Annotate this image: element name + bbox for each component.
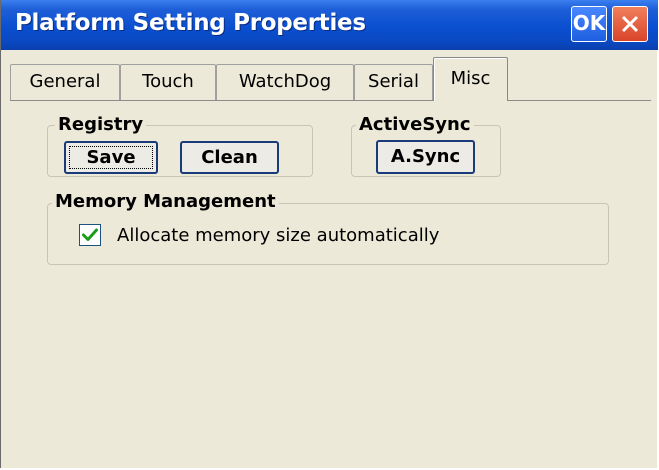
- memory-management-group-label: Memory Management: [52, 192, 279, 212]
- properties-window: Platform Setting Properties OK General T…: [0, 0, 659, 468]
- tab-touch[interactable]: Touch: [120, 64, 216, 100]
- registry-group-label: Registry: [55, 115, 147, 135]
- save-button[interactable]: Save: [64, 141, 158, 174]
- focus-rect: [69, 146, 153, 169]
- tab-misc[interactable]: Misc: [433, 57, 508, 101]
- close-icon: [621, 15, 639, 33]
- title-bar: Platform Setting Properties OK: [1, 0, 658, 50]
- checkmark-icon: [82, 228, 98, 241]
- close-button[interactable]: [612, 6, 648, 42]
- tab-serial[interactable]: Serial: [354, 64, 433, 100]
- tab-general[interactable]: General: [10, 64, 120, 100]
- async-button[interactable]: A.Sync: [376, 140, 475, 174]
- auto-memory-label[interactable]: Allocate memory size automatically: [117, 225, 439, 246]
- auto-memory-checkbox[interactable]: [79, 224, 101, 246]
- clean-button[interactable]: Clean: [180, 141, 279, 174]
- activesync-group-label: ActiveSync: [356, 115, 474, 135]
- window-title: Platform Setting Properties: [15, 10, 366, 36]
- ok-button[interactable]: OK: [571, 6, 607, 42]
- tab-watchdog[interactable]: WatchDog: [216, 64, 354, 100]
